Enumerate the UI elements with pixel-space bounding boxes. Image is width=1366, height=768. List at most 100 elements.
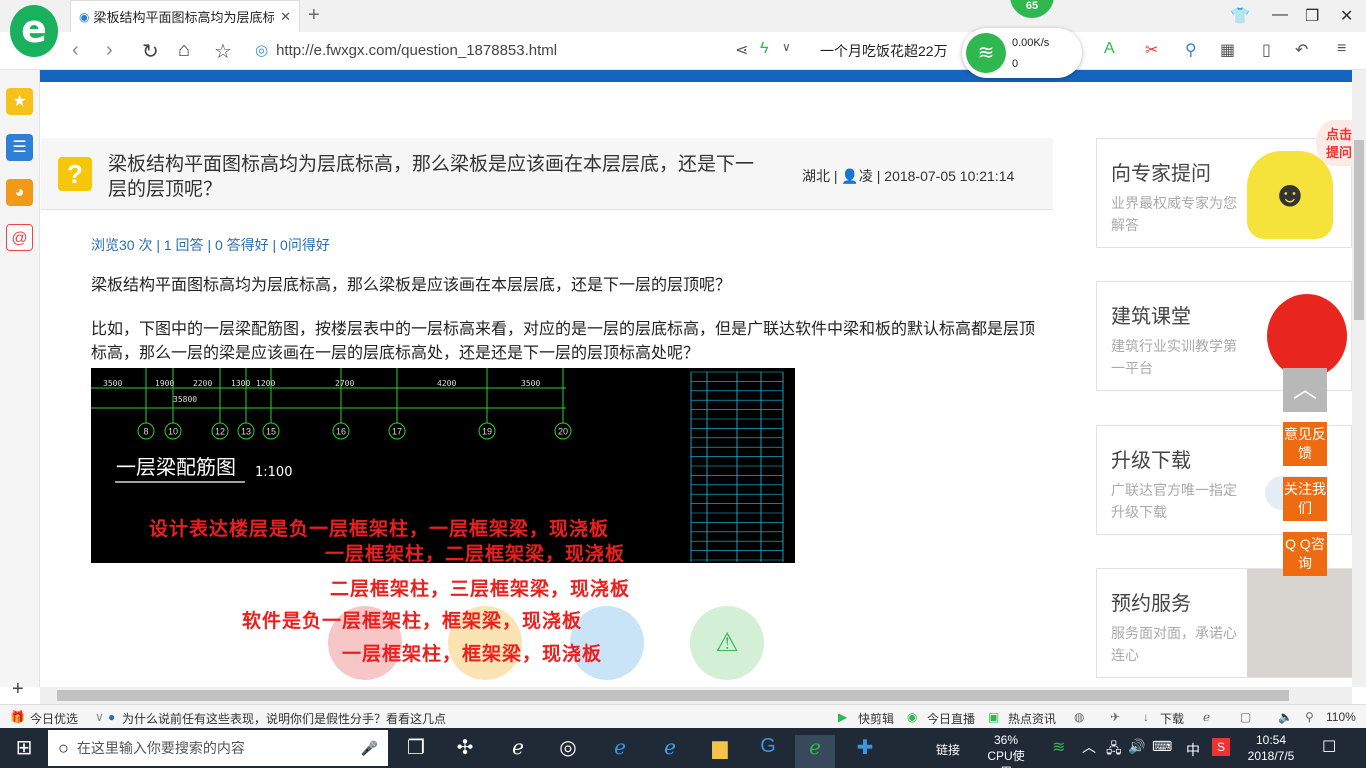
- reader-icon[interactable]: ▯: [1262, 40, 1271, 60]
- cad-drawing-image: 3500 1900 2200 1300 1200 2700 4200 3500 35800 8 1…: [91, 368, 795, 563]
- question-meta: 湖北 | 👤凌 | 2018-07-05 10:21:14: [802, 168, 1015, 184]
- live-link[interactable]: 今日直播: [927, 710, 975, 727]
- hot-search-suggestion[interactable]: 一个月吃饭花超22万: [820, 41, 948, 61]
- cad-axis-label: 13: [241, 427, 251, 437]
- news-list-icon[interactable]: ☰: [6, 134, 33, 161]
- qq-consult-button[interactable]: Q Q咨询: [1283, 532, 1327, 576]
- card-appointment[interactable]: 预约服务 服务面对面，承诺心连心: [1096, 568, 1352, 678]
- file-explorer-icon[interactable]: ▆: [700, 735, 740, 760]
- clock-time: 10:54: [1255, 733, 1287, 747]
- feedback-button[interactable]: 意见反馈: [1283, 422, 1327, 466]
- report-warning-icon[interactable]: ⚠: [690, 606, 764, 680]
- cortana-icon: ○: [58, 737, 69, 758]
- back-icon[interactable]: ‹: [72, 39, 79, 62]
- download-arrow-icon: ↓: [1143, 710, 1149, 724]
- lightning-icon[interactable]: ϟ: [760, 40, 768, 58]
- download-link[interactable]: 下载: [1160, 710, 1184, 727]
- news-chevron-icon[interactable]: ∨: [95, 710, 104, 724]
- plus-app-icon[interactable]: ✚: [845, 735, 885, 760]
- cad-note-2: 一层框架柱，二层框架梁，现浇板: [325, 543, 626, 563]
- question-paragraph-2: 比如，下图中的一层梁配筋图，按楼层表中的一层标高来看，对应的是一层的层底标高，但…: [91, 321, 1036, 362]
- card-title: 预约服务: [1111, 593, 1191, 615]
- skin-icon[interactable]: 👕: [1230, 6, 1250, 26]
- address-bar[interactable]: ◎ http://e.fwxgx.com/question_1878853.ht…: [255, 36, 805, 64]
- windows-start-icon[interactable]: ⊞: [4, 735, 44, 760]
- weibo-icon[interactable]: ◕: [6, 179, 33, 206]
- search-icon[interactable]: ⚲: [1185, 40, 1197, 60]
- close-window-button[interactable]: ✕: [1340, 6, 1353, 26]
- tray-expand-icon[interactable]: ︿: [1082, 737, 1096, 757]
- question-user[interactable]: 凌: [859, 168, 873, 184]
- horizontal-scroll-thumb[interactable]: [57, 690, 1289, 701]
- news-bullet-icon: ●: [108, 710, 116, 724]
- wifi-tray-icon[interactable]: ≋: [1052, 737, 1065, 757]
- network-tray-icon[interactable]: 🖧: [1106, 738, 1122, 762]
- window-icon[interactable]: ▢: [1240, 710, 1251, 724]
- mic-icon[interactable]: 🎤: [361, 740, 378, 757]
- browser-logo-icon[interactable]: e: [10, 5, 58, 57]
- question-paragraph-1: 梁板结构平面图标高均为层底标高，那么梁板是应该画在本层层底，还是下一层的层顶呢？: [91, 277, 732, 294]
- taskbar-search-box[interactable]: ○ 在这里输入你要搜索的内容 🎤: [48, 730, 388, 766]
- menu-icon[interactable]: ≡: [1337, 40, 1346, 58]
- speed-icon[interactable]: ◍: [1074, 710, 1084, 724]
- swirl-app-icon[interactable]: ◎: [548, 735, 588, 760]
- today-picks[interactable]: 今日优选: [30, 710, 78, 727]
- ask-corner-tag[interactable]: 点击提问: [1316, 120, 1352, 166]
- restore-button[interactable]: ❐: [1305, 6, 1319, 26]
- tab-favicon-icon: ◉: [79, 9, 90, 24]
- translate-icon[interactable]: A: [1104, 40, 1115, 58]
- g-app-icon[interactable]: G: [748, 735, 788, 758]
- ie-old-icon[interactable]: ℯ: [498, 735, 538, 760]
- minimize-button[interactable]: —: [1272, 6, 1288, 24]
- apps-icon[interactable]: ▦: [1220, 40, 1235, 60]
- favorites-star-icon[interactable]: ★: [6, 88, 33, 115]
- question-mark-icon: ?: [58, 157, 92, 191]
- ie-mode-icon[interactable]: ℯ: [1203, 710, 1210, 724]
- edge-icon[interactable]: ℯ: [600, 735, 640, 760]
- scissors-icon[interactable]: ✂: [1145, 40, 1158, 60]
- volume-tray-icon[interactable]: 🔊: [1128, 738, 1145, 755]
- browser-tab[interactable]: ◉ 梁板结构平面图标高均为层底标高 ✕: [70, 0, 300, 32]
- ie-icon[interactable]: ℯ: [650, 735, 690, 760]
- quick-edit-link[interactable]: 快剪辑: [858, 710, 894, 727]
- refresh-icon[interactable]: ↻: [142, 39, 159, 64]
- vertical-scroll-thumb[interactable]: [1354, 140, 1364, 320]
- card-ask-expert[interactable]: 向专家提问 业界最权威专家为您解答 ☻: [1096, 138, 1352, 248]
- question-datetime: 2018-07-05 10:21:14: [884, 168, 1015, 184]
- pin-icon[interactable]: ✈: [1110, 710, 1120, 724]
- cad-dimension-text: 2700: [335, 379, 354, 388]
- back-to-top-button[interactable]: ︿: [1283, 368, 1327, 412]
- tab-close-icon[interactable]: ✕: [280, 9, 291, 25]
- browser-task-icon[interactable]: ℯ: [795, 735, 835, 768]
- ime-indicator[interactable]: 中: [1186, 740, 1200, 760]
- task-view-icon[interactable]: ❐: [396, 735, 436, 760]
- share-icon[interactable]: ⋖: [735, 40, 748, 60]
- cpu-monitor[interactable]: 36% CPU使用: [984, 732, 1028, 768]
- follow-us-button[interactable]: 关注我们: [1283, 477, 1327, 521]
- email-icon[interactable]: @: [6, 224, 33, 251]
- sogou-ime-icon[interactable]: S: [1212, 738, 1230, 756]
- card-desc: 业界最权威专家为您解答: [1111, 195, 1237, 233]
- cad-axis-label: 10: [168, 427, 178, 437]
- home-icon[interactable]: ⌂: [178, 39, 190, 62]
- pinwheel-app-icon[interactable]: ✣: [445, 735, 485, 760]
- hot-news-link[interactable]: 热点资讯: [1008, 710, 1056, 727]
- volume-icon[interactable]: 🔈: [1278, 710, 1293, 724]
- bookmark-star-icon[interactable]: ☆: [214, 39, 232, 64]
- sidebar-add-icon[interactable]: +: [12, 678, 24, 701]
- link-label[interactable]: 链接: [936, 741, 960, 758]
- undo-icon[interactable]: ↶: [1295, 40, 1308, 60]
- card-desc: 服务面对面，承诺心连心: [1111, 625, 1237, 663]
- cad-dimension-text: 3500: [103, 379, 122, 388]
- notification-center-icon[interactable]: ☐: [1322, 737, 1336, 757]
- cad-dimension-text: 2200: [193, 379, 212, 388]
- zoom-level[interactable]: 110%: [1326, 710, 1356, 724]
- wifi-popup[interactable]: ≋ 0.00K/s 0: [962, 28, 1082, 78]
- clock[interactable]: 10:54 2018/7/5: [1246, 732, 1296, 764]
- new-tab-button[interactable]: +: [308, 4, 320, 27]
- news-ticker[interactable]: 为什么说前任有这些表现，说明你们是假性分手？看看这几点: [122, 710, 446, 727]
- cpu-label: CPU使用: [987, 749, 1025, 768]
- forward-icon[interactable]: ›: [106, 39, 113, 62]
- keyboard-tray-icon[interactable]: ⌨: [1152, 738, 1172, 755]
- dropdown-icon[interactable]: ∨: [782, 40, 791, 54]
